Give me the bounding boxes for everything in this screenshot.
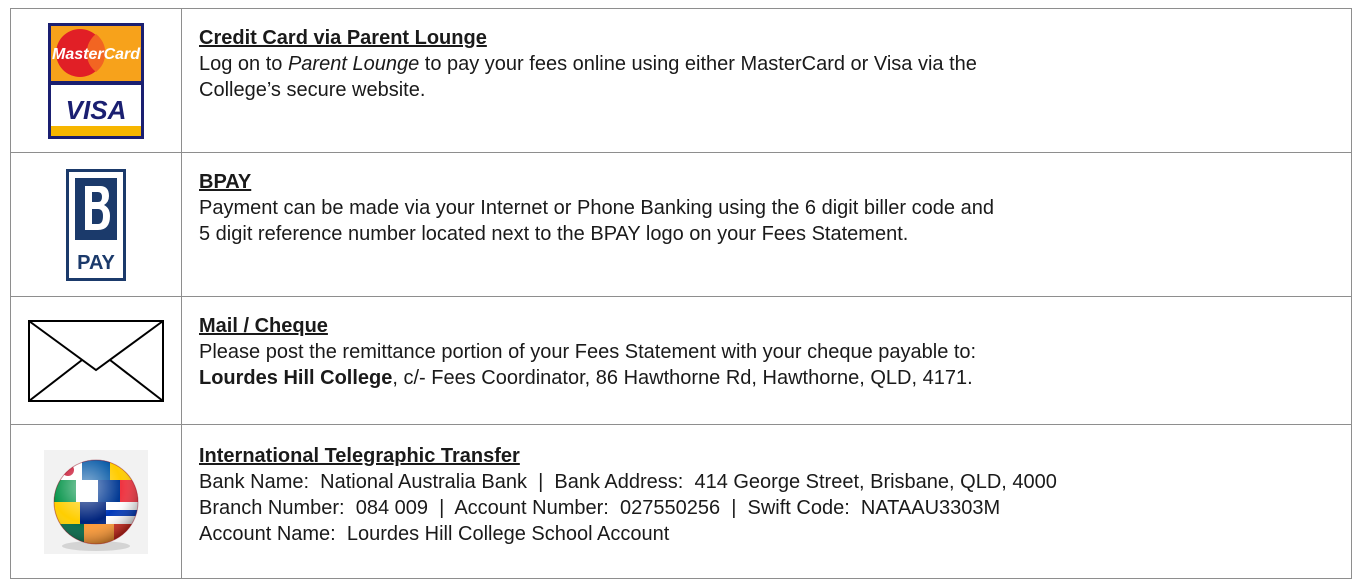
college-name: Lourdes Hill College (199, 367, 393, 389)
body-line: Payment can be made via your Internet or… (199, 197, 994, 219)
envelope-icon (28, 319, 164, 402)
bank-details-line: Branch Number: 084 009 | Account Number:… (199, 497, 1001, 519)
body-line: 5 digit reference number located next to… (199, 223, 909, 245)
payment-methods-table: MasterCard VISA Credit Card via Parent L… (10, 8, 1352, 579)
bank-details-line: Account Name: Lourdes Hill College Schoo… (199, 523, 670, 545)
text-run: Log on to (199, 53, 288, 75)
section-heading: BPAY (199, 171, 252, 193)
visa-logo-text: VISA (66, 95, 127, 125)
section-heading: Mail / Cheque (199, 315, 328, 337)
mastercard-visa-icon: MasterCard VISA (48, 22, 144, 139)
icon-cell: PAY (10, 152, 182, 297)
text-run: , c/- Fees Coordinator, 86 Hawthorne Rd,… (392, 367, 973, 389)
body-line: Lourdes Hill College, c/- Fees Coordinat… (199, 365, 1334, 391)
text-cell: Credit Card via Parent Lounge Log on to … (181, 8, 1352, 153)
bank-details-line: Bank Name: National Australia Bank | Ban… (199, 471, 1057, 493)
icon-cell (10, 296, 182, 425)
mastercard-logo-text: MasterCard (52, 46, 141, 63)
icon-cell (10, 424, 182, 579)
bpay-icon: PAY (66, 168, 126, 281)
icon-cell: MasterCard VISA (10, 8, 182, 153)
section-heading: International Telegraphic Transfer (199, 445, 520, 467)
body-line: Log on to Parent Lounge to pay your fees… (199, 51, 1334, 77)
text-cell: Mail / Cheque Please post the remittance… (181, 296, 1352, 425)
row-bpay: PAY BPAY Payment can be made via your In… (10, 152, 1352, 297)
text-cell: BPAY Payment can be made via your Intern… (181, 152, 1352, 297)
row-credit-card: MasterCard VISA Credit Card via Parent L… (10, 8, 1352, 153)
text-cell: International Telegraphic Transfer Bank … (181, 424, 1352, 579)
body-line: Please post the remittance portion of yo… (199, 341, 977, 363)
row-mail-cheque: Mail / Cheque Please post the remittance… (10, 296, 1352, 425)
text-run: to pay your fees online using either Mas… (419, 53, 977, 75)
section-heading: Credit Card via Parent Lounge (199, 27, 487, 49)
bpay-logo-text: PAY (77, 252, 115, 274)
parent-lounge-text: Parent Lounge (287, 53, 420, 75)
row-telegraphic-transfer: International Telegraphic Transfer Bank … (10, 424, 1352, 579)
globe-flags-icon (44, 449, 148, 554)
body-line: College’s secure website. (199, 79, 426, 101)
